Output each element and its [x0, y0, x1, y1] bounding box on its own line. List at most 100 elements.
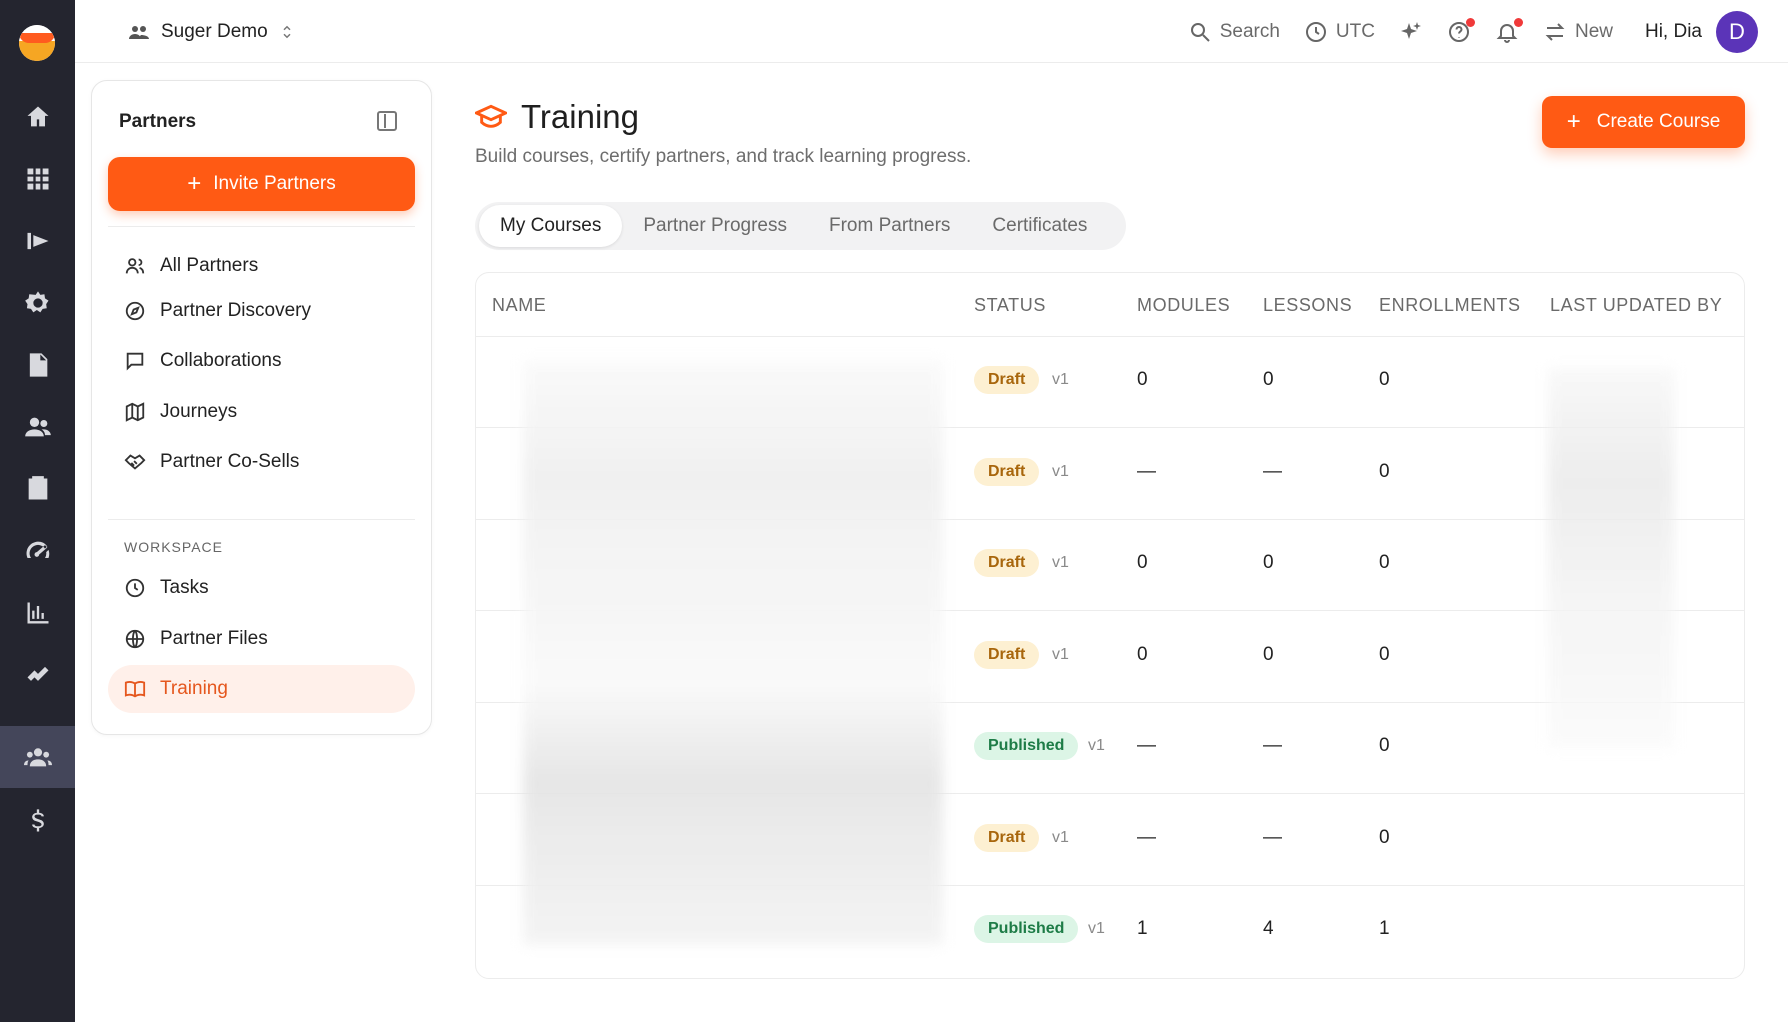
sidebar-item-label: All Partners — [160, 255, 259, 276]
column-header-last-updated-by[interactable]: LAST UPDATED BY — [1550, 295, 1722, 316]
lessons-cell: — — [1263, 460, 1282, 482]
column-header-name[interactable]: NAME — [492, 295, 546, 316]
compass-icon — [125, 301, 145, 321]
modules-cell: — — [1137, 826, 1156, 848]
people-icon[interactable] — [0, 396, 75, 458]
sidebar-item-partner-discovery[interactable]: Partner Discovery — [108, 287, 415, 335]
globe-icon — [125, 629, 145, 649]
version-label: v1 — [1052, 645, 1069, 663]
redacted-updated-by — [1548, 368, 1674, 748]
sidebar-item-all-partners[interactable]: All Partners — [108, 242, 415, 290]
sidebar-title: Partners — [119, 111, 197, 132]
contacts-icon[interactable] — [0, 458, 75, 520]
workspace-section-label: WORKSPACE — [124, 539, 223, 555]
page-title-text: Training — [521, 98, 639, 135]
column-header-lessons[interactable]: LESSONS — [1263, 295, 1352, 316]
search-icon — [1190, 23, 1210, 42]
column-header-modules[interactable]: MODULES — [1137, 295, 1230, 316]
invite-partners-button[interactable]: + Invite Partners — [108, 157, 415, 211]
divider — [108, 519, 415, 520]
help-notification-dot — [1465, 18, 1475, 27]
enrollments-cell: 0 — [1379, 735, 1390, 756]
integrations-icon[interactable] — [0, 644, 75, 706]
ai-sparkle-button[interactable] — [1399, 20, 1423, 44]
sidebar-item-tasks[interactable]: Tasks — [108, 564, 415, 612]
table-header: NAME STATUS MODULES LESSONS ENROLLMENTS … — [476, 273, 1744, 337]
status-badge: Draft — [974, 640, 1040, 669]
sidebar-item-label: Collaborations — [160, 350, 282, 371]
clock-icon — [1305, 22, 1326, 42]
avatar[interactable]: D — [1716, 11, 1758, 53]
analytics-icon[interactable] — [0, 582, 75, 644]
modules-cell: — — [1137, 460, 1156, 482]
divider — [108, 226, 415, 227]
version-label: v1 — [1052, 828, 1069, 846]
version-label: v1 — [1052, 371, 1069, 388]
enrollments-cell: 0 — [1379, 460, 1390, 482]
document-icon[interactable] — [0, 334, 75, 396]
clock-icon — [125, 578, 145, 598]
column-header-enrollments[interactable]: ENROLLMENTS — [1379, 295, 1521, 316]
plus-icon: + — [187, 170, 202, 197]
lessons-cell: 0 — [1263, 369, 1274, 390]
sidebar-item-label: Partner Discovery — [160, 300, 311, 321]
sidebar-item-collaborations[interactable]: Collaborations — [108, 337, 415, 385]
notification-dot — [1513, 18, 1523, 27]
sidebar-item-training[interactable]: Training — [108, 665, 415, 713]
sparkle-icon — [1400, 22, 1421, 39]
help-button[interactable] — [1447, 18, 1475, 44]
tab-partner-progress[interactable]: Partner Progress — [622, 205, 808, 247]
users-icon — [125, 258, 145, 274]
new-label: New — [1574, 21, 1613, 42]
status-badge: Published — [974, 732, 1079, 760]
sidebar-item-label: Tasks — [160, 577, 209, 598]
settings-icon[interactable] — [0, 272, 75, 334]
timezone-button[interactable]: UTC — [1304, 20, 1375, 44]
enrollments-cell: 0 — [1379, 369, 1390, 390]
sidebar-item-label: Partner Co-Sells — [160, 451, 300, 472]
tab-certificates[interactable]: Certificates — [971, 205, 1108, 247]
modules-cell: 0 — [1137, 369, 1148, 390]
left-rail — [0, 0, 75, 1022]
create-course-button[interactable]: + Create Course — [1542, 96, 1745, 148]
new-button[interactable]: New — [1543, 20, 1613, 44]
version-label: v1 — [1088, 737, 1105, 754]
course-tabs: My Courses Partner Progress From Partner… — [475, 202, 1126, 250]
tab-my-courses[interactable]: My Courses — [479, 205, 623, 247]
redacted-course-names — [523, 360, 943, 945]
lessons-cell: 0 — [1263, 643, 1274, 665]
modules-cell: — — [1137, 735, 1156, 756]
partners-icon[interactable] — [0, 726, 75, 788]
home-icon[interactable] — [0, 86, 75, 148]
workspace-name: Suger Demo — [161, 21, 268, 42]
speedometer-icon[interactable] — [0, 520, 75, 582]
apps-icon[interactable] — [0, 148, 75, 210]
page-title: Training — [475, 98, 639, 136]
status-badge: Draft — [974, 366, 1040, 394]
notifications-button[interactable] — [1495, 18, 1523, 44]
chevron-updown-icon — [283, 25, 291, 39]
sidebar-item-label: Journeys — [160, 401, 238, 422]
search-button[interactable]: Search — [1188, 20, 1280, 44]
status-badge: Draft — [974, 823, 1040, 852]
sidebar-item-label: Training — [160, 678, 228, 699]
modules-cell: 1 — [1137, 918, 1148, 939]
chat-icon — [126, 352, 144, 371]
sidebar-item-partner-files[interactable]: Partner Files — [108, 615, 415, 663]
invite-partners-label: Invite Partners — [213, 173, 336, 194]
column-header-status[interactable]: STATUS — [974, 295, 1046, 316]
billing-icon[interactable] — [0, 790, 75, 852]
app-logo[interactable] — [19, 25, 55, 61]
marketplace-icon[interactable] — [0, 210, 75, 272]
tab-from-partners[interactable]: From Partners — [808, 205, 971, 247]
timezone-label: UTC — [1335, 21, 1375, 42]
lessons-cell: 4 — [1263, 918, 1274, 939]
collapse-sidebar-icon[interactable] — [377, 111, 397, 131]
workspace-switcher[interactable]: Suger Demo — [127, 18, 296, 46]
top-bar: Suger Demo Search UTC New Hi, Dia D — [75, 0, 1788, 63]
sidebar-item-journeys[interactable]: Journeys — [108, 388, 415, 436]
sidebar-item-partner-co-sells[interactable]: Partner Co-Sells — [108, 438, 415, 486]
lessons-cell: — — [1263, 735, 1282, 756]
lessons-cell: 0 — [1263, 552, 1274, 573]
enrollments-cell: 0 — [1379, 643, 1390, 665]
